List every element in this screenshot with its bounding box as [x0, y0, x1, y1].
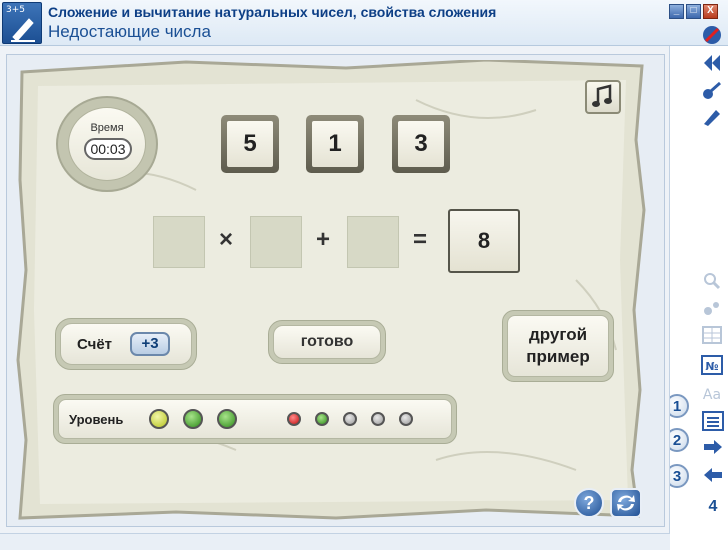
- level-indicator: [217, 409, 237, 429]
- equals-sign: =: [412, 226, 427, 253]
- music-button[interactable]: [585, 80, 621, 114]
- timer-value: 00:03: [84, 138, 132, 160]
- svg-text:Aa: Aa: [703, 387, 721, 403]
- multiply-operator: ×: [218, 226, 233, 253]
- result-box: 8: [448, 209, 520, 273]
- table-icon: [699, 322, 725, 348]
- progress-mark-empty: [399, 412, 413, 426]
- minimize-button[interactable]: _: [669, 4, 684, 19]
- progress-mark-wrong: [287, 412, 301, 426]
- question-mark-icon: ?: [583, 493, 595, 513]
- score-panel: Счёт +3: [55, 318, 197, 370]
- empty-number-slot[interactable]: [153, 216, 205, 268]
- number-tile-value: 3: [398, 121, 444, 167]
- sound-off-icon[interactable]: [699, 22, 725, 48]
- key-icon[interactable]: [699, 78, 725, 104]
- score-panel-inner: Счёт +3: [60, 323, 192, 365]
- number-tile-value: 5: [227, 121, 273, 167]
- progress-mark-empty: [343, 412, 357, 426]
- refresh-icon: [617, 495, 635, 511]
- other-example-line2: пример: [526, 347, 590, 366]
- progress-mark-correct: [315, 412, 329, 426]
- empty-number-slot[interactable]: [347, 216, 399, 268]
- arrow-left-icon[interactable]: [700, 462, 726, 488]
- done-button[interactable]: готово: [268, 320, 386, 364]
- pen-logo-icon: [11, 18, 35, 42]
- step-4-label: 4: [708, 498, 718, 515]
- other-example-label: другой пример: [507, 315, 609, 377]
- done-button-label: готово: [273, 325, 381, 359]
- level-indicator: [183, 409, 203, 429]
- timer-label: Время: [90, 122, 124, 134]
- task-title: Недостающие числа: [48, 22, 211, 41]
- help-button[interactable]: ?: [574, 488, 604, 518]
- arrow-right-icon[interactable]: [700, 434, 726, 460]
- scale-icon: [699, 296, 725, 322]
- plus-operator: +: [315, 226, 330, 253]
- font-icon: Aa: [699, 380, 725, 406]
- timer-dial: Время 00:03: [56, 96, 158, 192]
- other-example-button[interactable]: другой пример: [502, 310, 614, 382]
- number-tile[interactable]: 1: [306, 115, 364, 173]
- score-value: +3: [130, 332, 171, 356]
- other-example-line1: другой: [528, 325, 588, 344]
- app-logo-label: 3+5: [6, 5, 25, 15]
- magnifier-icon: [699, 268, 725, 294]
- numero-icon[interactable]: №: [699, 352, 725, 378]
- level-panel: Уровень: [53, 394, 457, 444]
- number-tile[interactable]: 3: [392, 115, 450, 173]
- number-tile-value: 1: [312, 121, 358, 167]
- refresh-button[interactable]: [610, 488, 642, 518]
- number-tile[interactable]: 5: [221, 115, 279, 173]
- topic-title: Сложение и вычитание натуральных чисел, …: [48, 4, 497, 20]
- score-label: Счёт: [77, 335, 113, 353]
- music-note-icon: [592, 84, 612, 107]
- close-button[interactable]: X: [703, 4, 718, 19]
- pencil-icon[interactable]: [699, 104, 725, 130]
- level-panel-inner: Уровень: [58, 399, 452, 439]
- app-logo: 3+5: [2, 2, 42, 44]
- maximize-button[interactable]: □: [686, 4, 701, 19]
- list-icon[interactable]: [700, 408, 726, 434]
- rewind-icon[interactable]: [699, 50, 725, 76]
- level-indicator: [149, 409, 169, 429]
- svg-text:№: №: [705, 360, 718, 373]
- progress-mark-empty: [371, 412, 385, 426]
- bottom-strip: [0, 533, 670, 550]
- empty-number-slot[interactable]: [250, 216, 302, 268]
- level-label: Уровень: [69, 412, 124, 427]
- header: 3+5 Сложение и вычитание натуральных чис…: [0, 0, 728, 46]
